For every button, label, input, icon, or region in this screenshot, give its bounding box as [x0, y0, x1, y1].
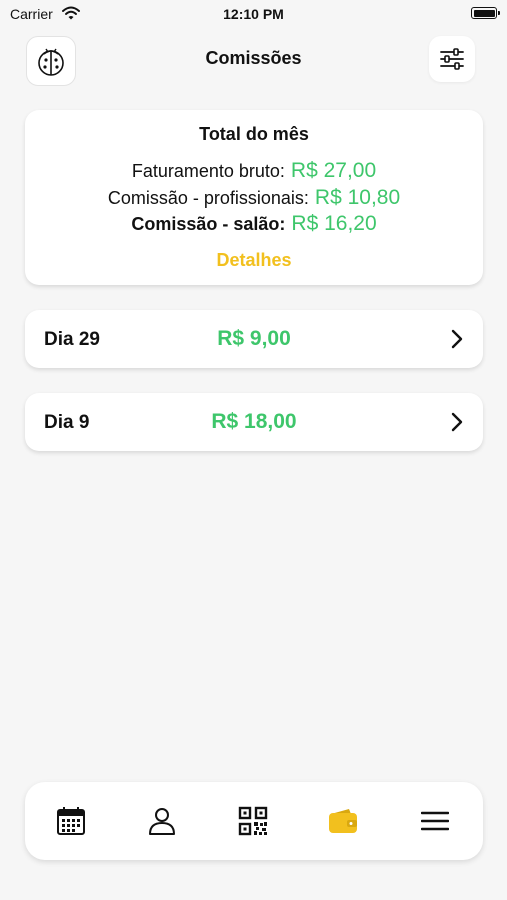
person-icon [149, 808, 175, 835]
sliders-icon [440, 48, 464, 70]
day-value: R$ 9,00 [217, 327, 291, 350]
day-row[interactable]: Dia 9 R$ 18,00 [25, 393, 483, 451]
tab-menu[interactable] [417, 803, 453, 839]
status-time: 12:10 PM [223, 6, 284, 22]
wallet-icon [329, 809, 357, 833]
tab-profile[interactable] [144, 803, 180, 839]
gross-revenue-label: Faturamento bruto: [131, 161, 285, 181]
filter-button[interactable] [429, 36, 475, 82]
professional-commission-row: Comissão - profissionais: R$ 10,80 [25, 186, 483, 210]
summary-title: Total do mês [199, 124, 309, 144]
top-bar: Comissões [0, 34, 507, 86]
qr-code-icon [238, 806, 268, 836]
day-row[interactable]: Dia 29 R$ 9,00 [25, 310, 483, 368]
monthly-total-card: Total do mês Faturamento bruto: R$ 27,00 … [25, 110, 483, 285]
salon-commission-label: Comissão - salão: [131, 214, 286, 234]
tab-qr-code[interactable] [235, 803, 271, 839]
tab-wallet[interactable] [325, 803, 361, 839]
bottom-tab-bar [25, 782, 483, 860]
professional-commission-label: Comissão - profissionais: [107, 188, 309, 208]
chevron-right-icon [451, 412, 463, 432]
battery-icon [471, 7, 500, 19]
menu-icon [421, 811, 449, 831]
professional-commission-value: R$ 10,80 [314, 186, 401, 209]
salon-commission-value: R$ 16,20 [291, 212, 377, 235]
status-bar: Carrier 12:10 PM [0, 0, 507, 28]
gross-revenue-value: R$ 27,00 [290, 159, 377, 182]
tab-calendar[interactable] [53, 803, 89, 839]
salon-commission-row: Comissão - salão: R$ 16,20 [25, 212, 483, 236]
details-link[interactable]: Detalhes [25, 250, 483, 271]
gross-revenue-row: Faturamento bruto: R$ 27,00 [25, 159, 483, 183]
chevron-right-icon [451, 329, 463, 349]
calendar-icon [57, 807, 85, 835]
day-value: R$ 18,00 [211, 410, 297, 433]
